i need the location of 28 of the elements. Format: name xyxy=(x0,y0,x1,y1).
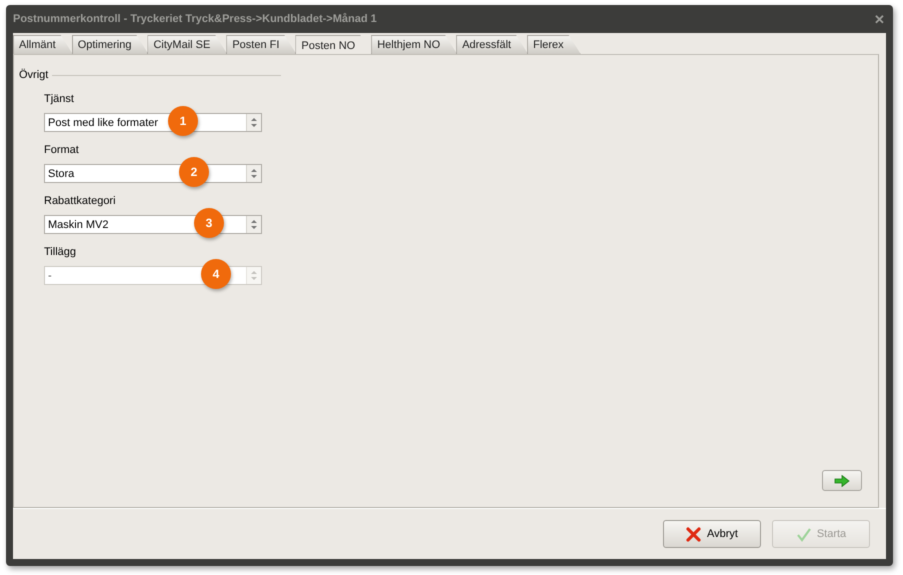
tab[interactable]: Optimering xyxy=(72,35,148,54)
field-label: Format xyxy=(44,144,80,158)
arrow-icon xyxy=(834,474,850,486)
number-badge: 1 xyxy=(168,106,198,136)
spinner-icon xyxy=(246,267,261,284)
cross-icon xyxy=(686,526,701,542)
tab[interactable]: Helthjem NO xyxy=(371,35,458,54)
group-title: Övrigt xyxy=(19,69,48,81)
number-badge: 2 xyxy=(179,157,209,187)
field-label: Tillägg xyxy=(44,246,77,260)
tab[interactable]: Posten NO xyxy=(295,35,372,55)
tab[interactable]: Posten FI xyxy=(226,35,296,54)
window-title: Postnummerkontroll - Tryckeriet Tryck&Press->Kundbladet->Månad 1 xyxy=(13,13,377,25)
number-badge: 3 xyxy=(194,208,224,238)
tab[interactable]: Allmänt xyxy=(13,35,73,54)
number-badge: 4 xyxy=(201,259,231,289)
field-label: Rabattkategori xyxy=(44,195,117,209)
close-button[interactable]: ✕ xyxy=(874,12,885,26)
tab[interactable]: Adressfält xyxy=(456,35,528,54)
field-label: Tjänst xyxy=(44,93,75,107)
next-button[interactable] xyxy=(822,470,862,491)
spinner-icon xyxy=(246,216,261,233)
check-icon xyxy=(796,526,811,542)
spinner-icon xyxy=(246,114,261,131)
tab[interactable]: CityMail SE xyxy=(147,35,228,54)
spinner-icon xyxy=(246,165,261,182)
tab[interactable]: Flerex xyxy=(527,35,581,54)
cancel-button[interactable]: Avbryt xyxy=(663,520,761,548)
